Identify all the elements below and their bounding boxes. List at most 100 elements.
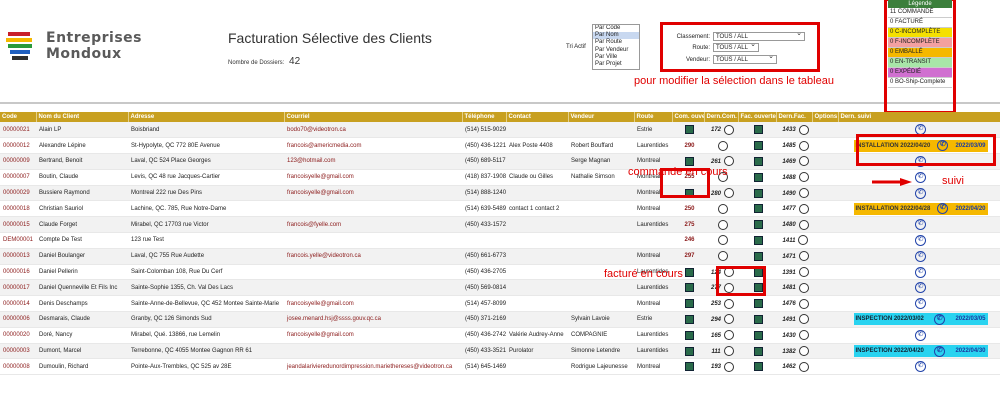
cell-dern-fac[interactable]: 1490 xyxy=(776,185,812,202)
cell-code[interactable]: 00000008 xyxy=(0,358,36,376)
cell-nom[interactable]: Claude Forget xyxy=(36,216,128,234)
cell-com-ouverte[interactable] xyxy=(672,327,704,344)
cell-dern-suivi[interactable]: ✆ xyxy=(838,216,1000,234)
col-header-com-ouverte[interactable]: Com. ouverte xyxy=(672,112,705,122)
cell-dern-com[interactable]: 294 xyxy=(704,311,738,328)
cell-dern-suivi[interactable]: INSPECTION 2022/03/02 ✆ 2022/03/05 xyxy=(838,311,1000,328)
phone-icon[interactable]: ✆ xyxy=(915,187,926,199)
magnifier-icon[interactable] xyxy=(798,282,809,293)
cell-dern-suivi[interactable]: ✆ xyxy=(838,232,1000,249)
dern-fac-number[interactable]: 1481 xyxy=(782,285,795,291)
magnifier-icon[interactable] xyxy=(798,124,809,135)
magnifier-icon[interactable] xyxy=(724,156,734,167)
magnifier-icon[interactable] xyxy=(798,203,809,214)
com-open-number[interactable]: 246 xyxy=(684,237,694,243)
magnifier-icon[interactable] xyxy=(724,314,734,325)
cell-dern-fac[interactable]: 1477 xyxy=(776,200,812,218)
cell-fac-ouverte[interactable] xyxy=(738,295,776,313)
col-header-contact[interactable]: Contact xyxy=(506,112,569,122)
cell-dern-fac[interactable]: 1480 xyxy=(776,216,812,234)
dern-fac-number[interactable]: 1480 xyxy=(782,222,795,228)
magnifier-icon[interactable] xyxy=(798,188,809,199)
cell-dern-com[interactable]: 165 xyxy=(704,327,738,344)
table-row[interactable]: 00000014 Denis Deschamps Sainte-Anne-de-Be… xyxy=(0,295,1000,313)
magnifier-icon[interactable] xyxy=(724,298,734,309)
route-select[interactable]: TOUS / ALL xyxy=(713,41,759,52)
phone-icon[interactable]: ✆ xyxy=(934,345,946,357)
cell-dern-fac[interactable]: 1411 xyxy=(776,232,812,249)
magnifier-icon[interactable] xyxy=(798,361,809,372)
cell-dern-com[interactable]: 111 xyxy=(704,343,738,360)
table-row[interactable]: DEM00001 Compte De Test 123 rue Test 246 141… xyxy=(0,232,1000,249)
cell-code[interactable]: 00000013 xyxy=(0,248,36,265)
cell-options[interactable] xyxy=(812,232,838,249)
dern-fac-number[interactable]: 1462 xyxy=(782,364,795,370)
cell-dern-fac[interactable]: 1391 xyxy=(776,264,812,281)
table-row[interactable]: 00000006 Desmarais, Claude Granby, QC 126 … xyxy=(0,311,1000,328)
magnifier-icon[interactable] xyxy=(724,188,734,199)
phone-icon[interactable]: ✆ xyxy=(915,298,926,310)
magnifier-icon[interactable] xyxy=(717,235,728,246)
cell-fac-ouverte[interactable] xyxy=(738,232,776,249)
cell-code[interactable]: 00000014 xyxy=(0,295,36,313)
new-invoice-icon[interactable] xyxy=(754,188,763,198)
cell-com-ouverte[interactable]: 246 xyxy=(672,232,704,249)
cell-nom[interactable]: Dumont, Marcel xyxy=(36,343,128,360)
cell-options[interactable] xyxy=(812,216,838,234)
cell-code[interactable]: 00000017 xyxy=(0,279,36,297)
cell-fac-ouverte[interactable] xyxy=(738,122,776,139)
suivi-badge[interactable]: INSTALLATION 2022/04/28 ✆ 2022/04/20 xyxy=(853,202,988,215)
magnifier-icon[interactable] xyxy=(798,156,809,167)
magnifier-icon[interactable] xyxy=(798,346,809,357)
cell-dern-com[interactable] xyxy=(704,248,738,265)
magnifier-icon[interactable] xyxy=(798,251,809,262)
cell-options[interactable] xyxy=(812,264,838,281)
table-row[interactable]: 00000017 Daniel Quenneville Et Fils Inc Sa… xyxy=(0,279,1000,297)
com-open-number[interactable]: 290 xyxy=(684,143,694,149)
cell-dern-suivi[interactable]: ✆ xyxy=(838,279,1000,297)
table-row[interactable]: 00000007 Boutin, Claude Levis, QC 48 rue J… xyxy=(0,169,1000,186)
cell-fac-ouverte[interactable] xyxy=(738,169,776,186)
new-invoice-icon[interactable] xyxy=(754,299,763,309)
phone-icon[interactable]: ✆ xyxy=(915,234,926,246)
cell-dern-fac[interactable]: 1469 xyxy=(776,153,812,170)
magnifier-icon[interactable] xyxy=(798,298,809,309)
com-open-number[interactable]: 297 xyxy=(684,253,694,259)
com-open-number[interactable]: 250 xyxy=(684,206,694,212)
magnifier-icon[interactable] xyxy=(723,346,734,357)
cell-dern-fac[interactable]: 1462 xyxy=(776,358,812,376)
tri-option[interactable]: Par Vendeur xyxy=(593,47,639,54)
cell-nom[interactable]: Daniel Boulanger xyxy=(36,248,128,265)
cell-com-ouverte[interactable] xyxy=(672,279,704,297)
phone-icon[interactable]: ✆ xyxy=(915,250,926,262)
magnifier-icon[interactable] xyxy=(798,314,809,325)
col-header-route[interactable]: Route xyxy=(634,112,673,122)
suivi-badge[interactable]: INSPECTION 2022/04/20 ✆ 2022/04/30 xyxy=(853,345,988,358)
new-order-icon[interactable] xyxy=(685,330,694,340)
cell-fac-ouverte[interactable] xyxy=(738,137,776,155)
cell-dern-suivi[interactable]: INSPECTION 2022/04/20 ✆ 2022/04/30 xyxy=(838,343,1000,360)
cell-com-ouverte[interactable]: 290 xyxy=(672,137,704,155)
new-order-icon[interactable] xyxy=(685,362,694,372)
new-invoice-icon[interactable] xyxy=(754,346,763,356)
new-invoice-icon[interactable] xyxy=(754,141,763,151)
cell-com-ouverte[interactable] xyxy=(672,343,704,360)
dern-fac-number[interactable]: 1391 xyxy=(782,270,795,276)
tri-option-selected[interactable]: Par Nom xyxy=(593,32,639,40)
tri-option[interactable]: Par Projet xyxy=(593,61,639,68)
cell-courriel[interactable]: francoisyelle@gmail.com xyxy=(284,327,462,344)
cell-nom[interactable]: Bussiere Raymond xyxy=(36,185,128,202)
new-order-icon[interactable] xyxy=(685,156,694,166)
cell-code[interactable]: 00000016 xyxy=(0,264,36,281)
cell-dern-fac[interactable]: 1476 xyxy=(776,295,812,313)
phone-icon[interactable]: ✆ xyxy=(915,171,926,183)
cell-dern-suivi[interactable]: ✆ xyxy=(838,264,1000,281)
cell-options[interactable] xyxy=(812,248,838,265)
cell-code[interactable]: DEM00001 xyxy=(0,232,36,249)
dern-com-number[interactable]: 172 xyxy=(711,127,721,133)
cell-nom[interactable]: Daniel Pellerin xyxy=(36,264,128,281)
table-row[interactable]: 00000012 Alexandre Lépine St-Hypolyte, QC … xyxy=(0,137,1000,155)
magnifier-icon[interactable] xyxy=(798,330,809,341)
cell-nom[interactable]: Denis Deschamps xyxy=(36,295,128,313)
tri-option[interactable]: Par Ville xyxy=(593,54,639,61)
